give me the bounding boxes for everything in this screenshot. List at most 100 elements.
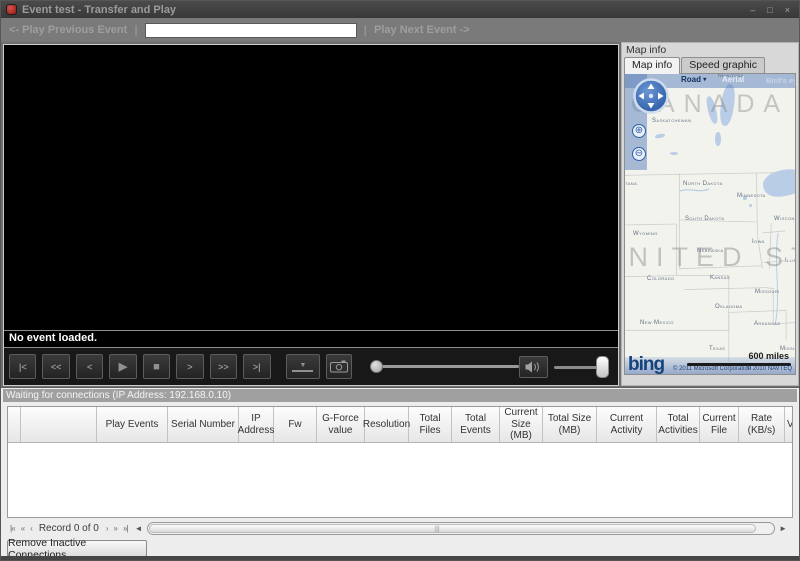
copyright-microsoft: © 2011 Microsoft Corporation: [673, 366, 752, 372]
map-state-label: New Mexico: [640, 320, 674, 326]
step-forward-button[interactable]: >: [176, 354, 204, 379]
map-state-label: North Dakota: [683, 181, 723, 187]
table-column-header[interactable]: Rate (KB/s): [739, 407, 785, 442]
table-column-header[interactable]: Total Activities: [657, 407, 700, 442]
toolbar-divider: |: [134, 23, 138, 37]
record-last-button[interactable]: »|: [123, 524, 129, 533]
tab-speed-graphic[interactable]: Speed graphic: [681, 57, 765, 73]
connections-group-title: Waiting for connections (IP Address: 192…: [3, 389, 797, 402]
map-state-label: South Dakota: [685, 216, 725, 222]
map-aerial-button[interactable]: Aerial: [722, 75, 744, 84]
map-birdseye-button[interactable]: Bird's eye: [766, 76, 795, 85]
table-column-header[interactable]: [8, 407, 21, 442]
map-state-label: Iowa: [752, 239, 765, 245]
window-title: Event test - Transfer and Play: [22, 3, 177, 16]
video-player: No event loaded. |< << < ▶ ■ > >> >| ▼: [3, 44, 619, 386]
remove-inactive-connections-button[interactable]: Remove Inactive Connections: [7, 537, 147, 561]
table-column-header[interactable]: Total Events: [452, 407, 500, 442]
video-status-text: No event loaded.: [4, 330, 618, 347]
map-panel: Map info Map info Speed graphic CANADA N…: [621, 42, 799, 386]
scrollbar-thumb[interactable]: |||: [148, 523, 757, 533]
table-column-header[interactable]: Current Size (MB): [500, 407, 543, 442]
table-column-header[interactable]: Total Files: [409, 407, 452, 442]
scroll-right-icon[interactable]: ►: [779, 524, 787, 533]
table-column-header[interactable]: Current File: [700, 407, 739, 442]
window-bottom-edge: [1, 556, 799, 560]
rewind-button[interactable]: <<: [42, 354, 70, 379]
zoom-in-icon: ⊕: [634, 125, 644, 136]
map-state-label: Illinois: [785, 258, 795, 264]
table-column-header[interactable]: Fw: [274, 407, 317, 442]
table-column-header[interactable]: [21, 407, 97, 442]
record-prev-page-button[interactable]: «: [21, 524, 26, 533]
download-icon: ▼: [292, 362, 314, 372]
seek-track: [370, 365, 519, 368]
table-column-header[interactable]: Serial Number: [168, 407, 239, 442]
table-column-header[interactable]: G-Force value: [317, 407, 365, 442]
toolbar-divider: |: [363, 23, 368, 37]
map-scale-label: 600 miles: [748, 351, 789, 361]
title-bar: Event test - Transfer and Play – □ ×: [1, 1, 799, 18]
map-state-label: Nebraska: [697, 248, 724, 254]
map-state-label: Wisconsin: [774, 216, 795, 222]
maximize-button[interactable]: □: [767, 5, 772, 15]
table-column-header[interactable]: Total Size (MB): [543, 407, 597, 442]
top-toolbar: <- Play Previous Event | | Play Next Eve…: [1, 18, 799, 42]
play-previous-event-button[interactable]: <- Play Previous Event: [9, 24, 127, 36]
seek-slider[interactable]: [370, 360, 519, 373]
map-road-button[interactable]: Road ▾: [681, 75, 706, 84]
app-icon: [6, 4, 17, 15]
first-event-button[interactable]: |<: [9, 354, 37, 379]
table-column-header[interactable]: IP Address: [238, 407, 274, 442]
record-prev-button[interactable]: ‹: [30, 524, 33, 533]
main-area: No event loaded. |< << < ▶ ■ > >> >| ▼ M…: [1, 42, 799, 387]
map-state-label: Minnesota: [737, 193, 766, 199]
snapshot-button[interactable]: [325, 354, 353, 379]
play-button[interactable]: ▶: [109, 354, 137, 379]
horizontal-scrollbar[interactable]: |||: [146, 521, 776, 535]
player-controls: |< << < ▶ ■ > >> >| ▼: [4, 347, 618, 385]
seek-thumb[interactable]: [370, 360, 384, 373]
map-state-label: Oklahoma: [715, 304, 743, 310]
volume-slider[interactable]: [554, 355, 609, 378]
volume-thumb[interactable]: [595, 355, 609, 378]
map-view[interactable]: CANADA UNITED STATES Road ▾ Aerial Bird'…: [624, 73, 796, 375]
bing-logo: bing: [628, 354, 665, 375]
fast-forward-button[interactable]: >>: [209, 354, 238, 379]
connections-table[interactable]: Play Events Serial Number IP Address Fw …: [7, 406, 793, 518]
scroll-left-icon[interactable]: ◄: [135, 524, 143, 533]
zoom-out-button[interactable]: ⊖: [632, 147, 646, 161]
zoom-in-button[interactable]: ⊕: [632, 124, 646, 138]
close-button[interactable]: ×: [785, 5, 790, 15]
record-count-label: Record 0 of 0: [38, 522, 99, 534]
table-header-row: Play Events Serial Number IP Address Fw …: [8, 407, 792, 443]
minimize-button[interactable]: –: [750, 5, 755, 15]
table-column-header[interactable]: View Trans Log: [785, 407, 792, 442]
map-compass-control[interactable]: [632, 77, 670, 115]
map-group-title: Map info: [626, 44, 667, 56]
last-event-button[interactable]: >|: [243, 354, 271, 379]
camera-icon: [329, 360, 348, 373]
step-back-button[interactable]: <: [75, 354, 104, 379]
mute-button[interactable]: [518, 355, 549, 378]
video-display: [4, 45, 618, 330]
table-column-header[interactable]: Resolution: [363, 407, 410, 442]
tab-map-info[interactable]: Map info: [624, 57, 681, 74]
map-state-label: Montana: [625, 181, 638, 187]
event-input[interactable]: [144, 22, 357, 38]
record-next-button[interactable]: ›: [106, 524, 109, 533]
table-column-header[interactable]: Current Activity: [597, 407, 657, 442]
app-window: Event test - Transfer and Play – □ × <- …: [0, 0, 800, 561]
map-state-label: Missouri: [755, 289, 780, 295]
play-next-event-button[interactable]: Play Next Event ->: [374, 24, 470, 36]
download-button[interactable]: ▼: [286, 354, 320, 379]
record-next-page-button[interactable]: »: [114, 524, 119, 533]
record-first-button[interactable]: |«: [10, 524, 16, 533]
zoom-out-icon: ⊖: [634, 148, 644, 159]
map-state-label: Kansas: [710, 275, 730, 281]
connections-panel: Waiting for connections (IP Address: 192…: [1, 387, 799, 561]
map-tabs: Map info Speed graphic: [622, 57, 798, 74]
table-column-header[interactable]: Play Events: [97, 407, 168, 442]
stop-button[interactable]: ■: [142, 354, 171, 379]
map-state-label: Arkansas: [754, 321, 781, 327]
